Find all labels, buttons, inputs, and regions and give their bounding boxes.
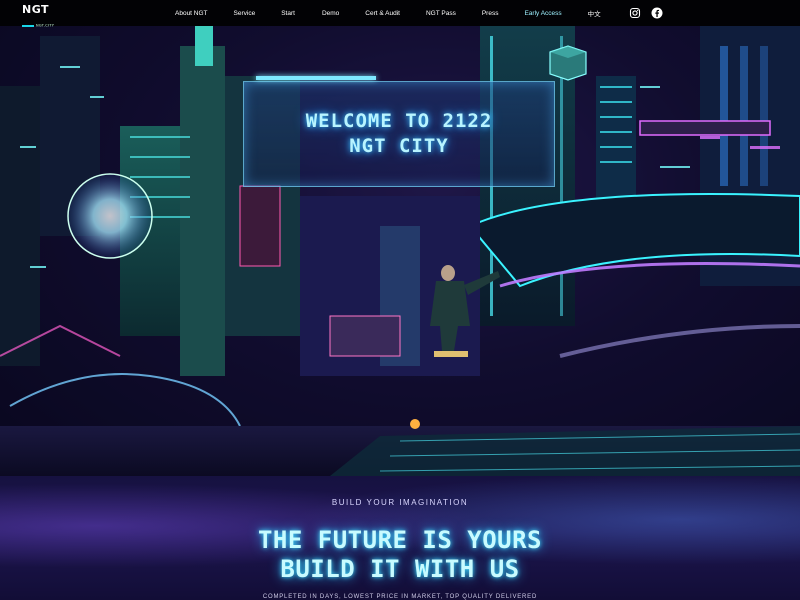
build-section: BUILD YOUR IMAGINATION THE FUTURE IS YOU… (0, 476, 800, 600)
nav-item-demo[interactable]: Demo (322, 10, 339, 17)
nav-item-ngt-pass[interactable]: NGT Pass (426, 10, 456, 17)
welcome-banner: WELCOME TO 2122 NGT CITY (243, 76, 555, 187)
nav-item-about[interactable]: About NGT (175, 10, 208, 17)
nav-item-language[interactable]: 中文 (588, 8, 601, 18)
logo-subtitle: NGT.CITY (36, 23, 55, 28)
welcome-title-line2: NGT CITY (349, 135, 449, 157)
nav-item-cert-audit[interactable]: Cert & Audit (365, 10, 400, 17)
nav-item-early-access[interactable]: Early Access (524, 10, 561, 17)
section-headline-line2: BUILD IT WITH US (280, 555, 520, 583)
welcome-title-line1: WELCOME TO 2122 (305, 110, 493, 132)
hero-cityscape: WELCOME TO 2122 NGT CITY (0, 26, 800, 476)
facebook-icon[interactable] (651, 7, 663, 19)
nav-item-press[interactable]: Press (482, 10, 499, 17)
nav-item-service[interactable]: Service (234, 10, 256, 17)
instagram-icon[interactable] (629, 7, 641, 19)
section-headline-line1: THE FUTURE IS YOURS (257, 526, 543, 554)
main-menu: About NGT Service Start Demo Cert & Audi… (175, 0, 601, 26)
ngt-logo[interactable]: NGT NGT.CITY (22, 3, 62, 28)
logo-accent-bar (22, 24, 34, 27)
logo-wordmark: NGT (22, 3, 50, 16)
section-tagline: COMPLETED IN DAYS, LOWEST PRICE IN MARKE… (262, 594, 538, 600)
nav-item-start[interactable]: Start (281, 10, 295, 17)
section-kicker: BUILD YOUR IMAGINATION (331, 498, 469, 507)
top-navbar: NGT NGT.CITY About NGT Service Start Dem… (0, 0, 800, 28)
